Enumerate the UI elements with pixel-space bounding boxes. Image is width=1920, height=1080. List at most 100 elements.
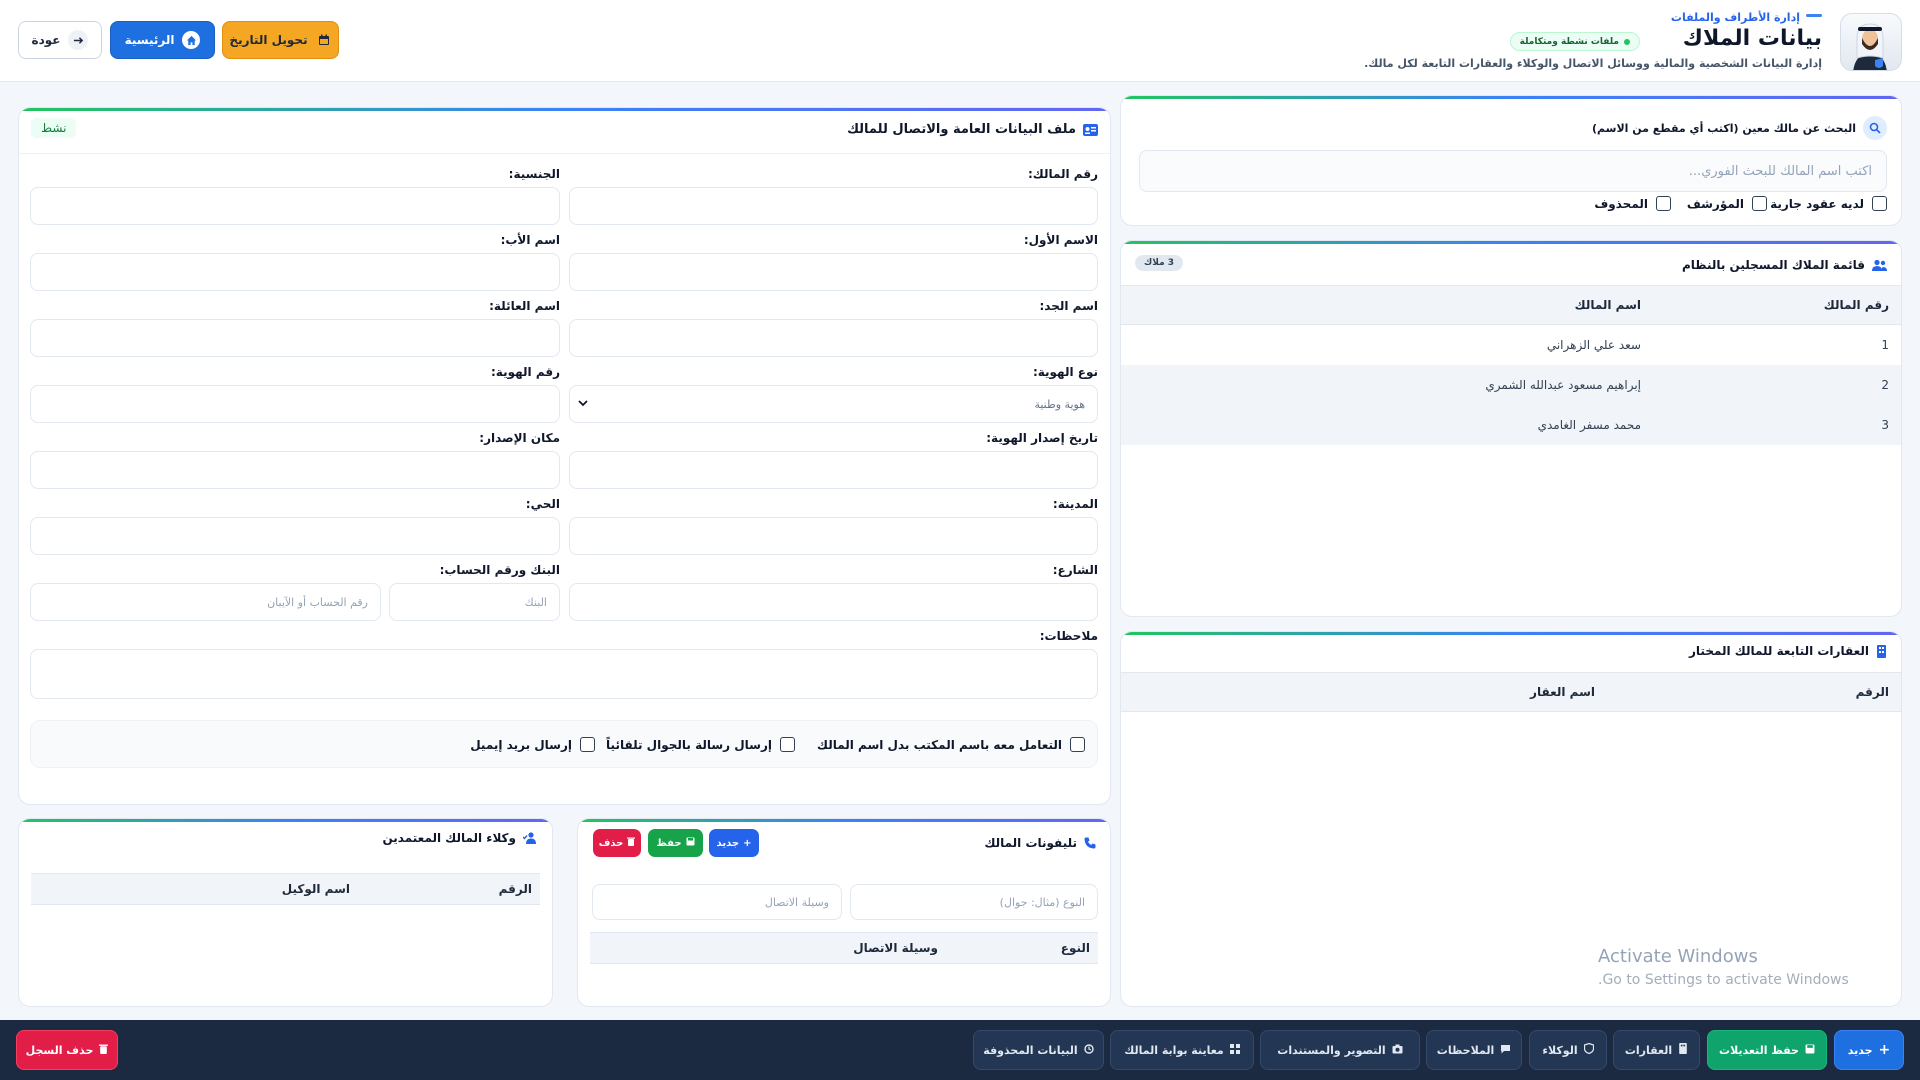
option-email-checkbox[interactable] bbox=[580, 737, 595, 752]
properties-title: العقارات التابعة للمالك المختار bbox=[1689, 644, 1887, 658]
id-no-input[interactable] bbox=[30, 385, 560, 423]
option-sms[interactable]: إرسال رسالة بالجوال تلقائياً bbox=[606, 737, 795, 752]
phone-type-input[interactable]: النوع (مثال: جوال) bbox=[850, 884, 1098, 920]
plus-icon: + bbox=[743, 837, 752, 849]
city-input[interactable] bbox=[569, 517, 1098, 555]
option-office-name-checkbox[interactable] bbox=[1070, 737, 1085, 752]
footer-documents-button[interactable]: التصوير والمستندات bbox=[1260, 1030, 1420, 1070]
convert-date-button[interactable]: تحويل التاريخ bbox=[222, 21, 339, 59]
shield-icon bbox=[1583, 1042, 1594, 1057]
id-type-select[interactable]: هوية وطنية bbox=[569, 385, 1098, 423]
grid-icon bbox=[1229, 1043, 1240, 1057]
table-row[interactable]: 3 محمد مسفر الغامدي bbox=[1121, 405, 1901, 445]
arrow-right-icon bbox=[68, 30, 89, 50]
filter-archived-checkbox[interactable] bbox=[1752, 196, 1767, 211]
district-input[interactable] bbox=[30, 517, 560, 555]
family-name-input[interactable] bbox=[30, 319, 560, 357]
profile-title-label: ملف البيانات العامة والاتصال للمالك bbox=[847, 122, 1076, 137]
table-row[interactable]: 1 سعد علي الزهراني bbox=[1121, 325, 1901, 365]
filter-archived-label: المؤرشف bbox=[1686, 196, 1744, 211]
notes-textarea[interactable] bbox=[30, 649, 1098, 699]
phone-delete-label: حذف bbox=[598, 837, 624, 849]
owner-no-label: رقم المالك: bbox=[1027, 167, 1098, 181]
phone-delete-button[interactable]: حذف bbox=[593, 829, 641, 857]
owners-list-title-label: قائمة الملاك المسجلين بالنظام bbox=[1681, 258, 1865, 272]
footer-portal-button[interactable]: معاينة بوابة المالك bbox=[1110, 1030, 1254, 1070]
profile-options: التعامل معه باسم المكتب بدل اسم المالك إ… bbox=[30, 720, 1098, 768]
home-label: الرئيسية bbox=[124, 33, 175, 47]
back-label: عودة bbox=[31, 33, 61, 47]
filter-deleted-checkbox[interactable] bbox=[1656, 196, 1671, 211]
search-input[interactable] bbox=[1139, 150, 1887, 192]
grandfather-name-input[interactable] bbox=[569, 319, 1098, 357]
phone-new-label: جديد bbox=[716, 837, 740, 849]
nationality-input[interactable] bbox=[30, 187, 560, 225]
footer-deleted-data-button[interactable]: البيانات المحذوفة bbox=[973, 1030, 1104, 1070]
home-button[interactable]: الرئيسية bbox=[110, 21, 215, 59]
phone-save-button[interactable]: حفظ bbox=[648, 829, 703, 857]
phones-table-header: النوع وسيلة الاتصال bbox=[590, 932, 1098, 964]
filter-archived[interactable]: المؤرشف bbox=[1687, 196, 1767, 211]
trash-icon bbox=[627, 837, 636, 849]
page-title: بيانات الملاك bbox=[1682, 26, 1822, 51]
footer-new-label: جديد bbox=[1847, 1043, 1873, 1057]
owner-id: 1 bbox=[1881, 338, 1889, 352]
footer-properties-label: العقارات bbox=[1624, 1043, 1673, 1057]
id-card-icon bbox=[1083, 123, 1098, 136]
status-badge: ملفات نشطة ومتكاملة bbox=[1509, 32, 1640, 51]
filter-active-contracts[interactable]: لديه عقود جارية bbox=[1770, 196, 1887, 211]
id-issue-date-input[interactable] bbox=[569, 451, 1098, 489]
first-name-input[interactable] bbox=[569, 253, 1098, 291]
agents-table-header: الرقم اسم الوكيل bbox=[31, 873, 540, 905]
history-icon bbox=[1084, 1043, 1094, 1057]
issue-place-input[interactable] bbox=[30, 451, 560, 489]
filter-deleted[interactable]: المحذوف bbox=[1594, 196, 1671, 211]
filter-deleted-label: المحذوف bbox=[1594, 196, 1648, 211]
id-type-label: نوع الهوية: bbox=[1032, 365, 1098, 379]
owners-count-badge: 3 ملاك bbox=[1135, 255, 1184, 271]
option-office-name[interactable]: التعامل معه باسم المكتب بدل اسم المالك bbox=[817, 737, 1085, 752]
phones-title-label: تليفونات المالك bbox=[984, 836, 1077, 850]
breadcrumb: إدارة الأطراف والملفات bbox=[1670, 11, 1800, 24]
option-sms-checkbox[interactable] bbox=[780, 737, 795, 752]
account-input[interactable]: رقم الحساب أو الآيبان bbox=[30, 583, 381, 621]
owner-name: محمد مسفر الغامدي bbox=[1537, 418, 1641, 432]
properties-table-header: الرقم اسم العقار bbox=[1121, 672, 1901, 712]
father-name-input[interactable] bbox=[30, 253, 560, 291]
agents-title: وكلاء المالك المعتمدين bbox=[382, 831, 538, 845]
owner-avatar-icon bbox=[1853, 23, 1887, 70]
search-card: البحث عن مالك معين (اكتب أي مقطع من الاس… bbox=[1120, 95, 1902, 226]
owner-no-input[interactable] bbox=[569, 187, 1098, 225]
bank-account-label: البنك ورقم الحساب: bbox=[439, 563, 560, 577]
status-badge-label: ملفات نشطة ومتكاملة bbox=[1519, 36, 1619, 47]
bank-input[interactable]: البنك bbox=[389, 583, 560, 621]
profile-status-badge: نشط bbox=[31, 118, 77, 138]
id-type-value: هوية وطنية bbox=[1034, 397, 1085, 411]
street-input[interactable] bbox=[569, 583, 1098, 621]
delete-record-button[interactable]: حذف السجل bbox=[16, 1030, 118, 1070]
phone-contact-input[interactable]: وسيلة الاتصال bbox=[592, 884, 842, 920]
agents-card: وكلاء المالك المعتمدين الرقم اسم الوكيل bbox=[18, 818, 553, 1007]
footer-properties-button[interactable]: العقارات bbox=[1613, 1030, 1700, 1070]
filter-active-contracts-checkbox[interactable] bbox=[1872, 196, 1887, 211]
owners-list-card: قائمة الملاك المسجلين بالنظام 3 ملاك رقم… bbox=[1120, 240, 1902, 617]
phones-col-contact: وسيلة الاتصال bbox=[853, 941, 938, 955]
comment-icon bbox=[1500, 1044, 1511, 1057]
phone-save-label: حفظ bbox=[656, 837, 682, 849]
page-subtitle: إدارة البيانات الشخصية والمالية ووسائل ا… bbox=[1364, 57, 1822, 70]
search-title-label: البحث عن مالك معين (اكتب أي مقطع من الاس… bbox=[1591, 121, 1856, 135]
phones-col-type: النوع bbox=[1060, 941, 1090, 955]
filter-active-contracts-label: لديه عقود جارية bbox=[1770, 196, 1864, 211]
back-button[interactable]: عودة bbox=[18, 21, 102, 59]
delete-record-label: حذف السجل bbox=[25, 1043, 94, 1057]
footer-new-button[interactable]: + جديد bbox=[1834, 1030, 1904, 1070]
agents-col-number: الرقم bbox=[498, 882, 532, 896]
option-email[interactable]: إرسال بريد إيميل bbox=[470, 737, 595, 752]
footer-documents-label: التصوير والمستندات bbox=[1277, 1043, 1386, 1057]
table-row[interactable]: 2 إبراهيم مسعود عبدالله الشمري bbox=[1121, 365, 1901, 405]
phone-new-button[interactable]: + جديد bbox=[709, 829, 759, 857]
footer-save-button[interactable]: حفظ التعديلات bbox=[1707, 1030, 1827, 1070]
owner-id: 2 bbox=[1881, 378, 1889, 392]
footer-agents-button[interactable]: الوكلاء bbox=[1529, 1030, 1607, 1070]
footer-notes-button[interactable]: الملاحظات bbox=[1426, 1030, 1522, 1070]
